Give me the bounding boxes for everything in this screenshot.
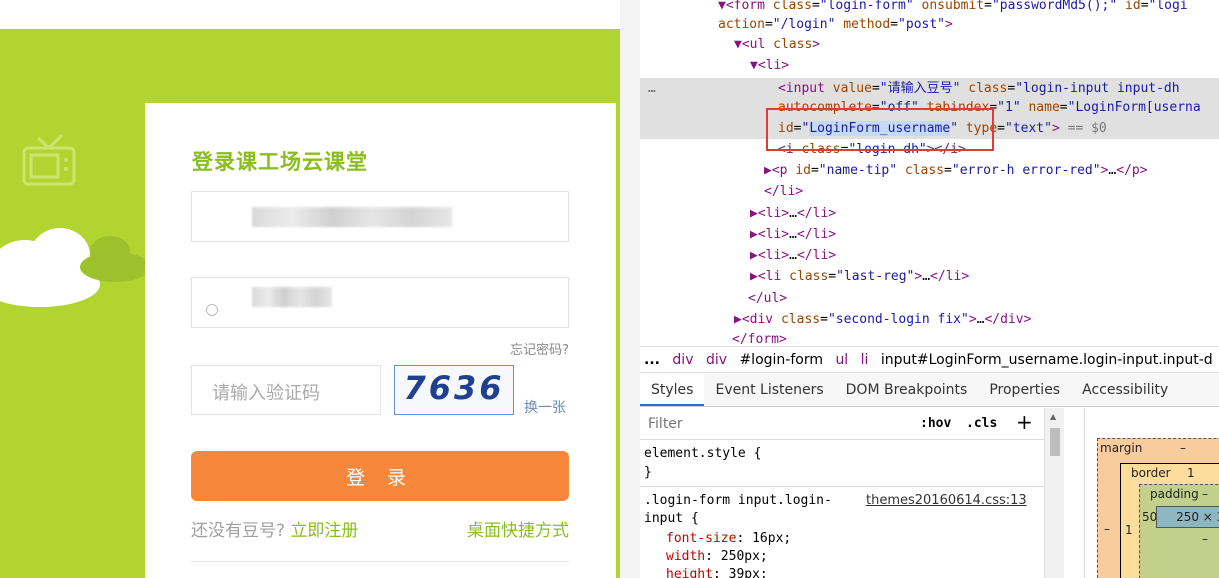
breadcrumb-item[interactable]: div bbox=[668, 347, 697, 368]
dom-line[interactable]: ▶<p id="name-tip" class="error-h error-r… bbox=[764, 160, 1148, 181]
breadcrumb-item[interactable]: #login-form bbox=[735, 347, 827, 368]
dom-line[interactable]: ▼<ul class> bbox=[734, 34, 820, 55]
styles-pane: :hov .cls + element.style { } .login-for… bbox=[640, 408, 1064, 578]
tab-dom-breakpoints[interactable]: DOM Breakpoints bbox=[835, 374, 979, 406]
cloud-icon bbox=[80, 252, 150, 282]
login-card: 登录课工场云课堂 忘记密码? 请输入验证码 7636 换一张 登 录 还没有豆号… bbox=[145, 103, 616, 578]
padding-top-value[interactable]: – bbox=[1202, 487, 1208, 501]
blurred-username bbox=[252, 207, 452, 227]
breadcrumb-item[interactable]: li bbox=[857, 347, 873, 368]
box-model-content[interactable]: 250 × 39 bbox=[1156, 506, 1219, 528]
divider bbox=[191, 561, 569, 562]
element-style-close: } bbox=[644, 465, 652, 480]
password-field[interactable] bbox=[191, 277, 569, 328]
element-style-open[interactable]: element.style { bbox=[644, 444, 761, 463]
breadcrumb: ... div div #login-form ul li input#Logi… bbox=[640, 346, 1219, 373]
scroll-up-icon[interactable]: ▲ bbox=[1050, 412, 1056, 421]
rule-selector[interactable]: .login-form input.login- bbox=[644, 491, 832, 510]
breadcrumb-item[interactable]: ul bbox=[831, 347, 852, 368]
tab-event-listeners[interactable]: Event Listeners bbox=[704, 374, 834, 406]
captcha-image: 7636 bbox=[394, 365, 514, 415]
border-top-value[interactable]: 1 bbox=[1187, 466, 1195, 480]
hov-toggle[interactable]: :hov bbox=[920, 416, 951, 431]
no-account-label: 还没有豆号? bbox=[191, 521, 286, 541]
devtools-panel: ▼<form class="login-form" onsubmit="pass… bbox=[620, 0, 1219, 578]
box-model-border: border 1 1 1 padding – 50 – 250 × 39 bbox=[1120, 463, 1219, 578]
username-field[interactable] bbox=[191, 191, 569, 242]
more-options-icon[interactable]: … bbox=[648, 78, 656, 99]
forgot-password-link[interactable]: 忘记密码? bbox=[510, 339, 569, 358]
login-page: 登录课工场云课堂 忘记密码? 请输入验证码 7636 换一张 登 录 还没有豆号… bbox=[0, 0, 620, 578]
rule-selector[interactable]: input { bbox=[644, 509, 699, 528]
add-rule-button[interactable]: + bbox=[1016, 410, 1033, 434]
refresh-captcha-link[interactable]: 换一张 bbox=[524, 397, 566, 417]
filter-input[interactable] bbox=[642, 413, 912, 435]
dom-line[interactable]: </form> bbox=[732, 329, 787, 346]
dom-line[interactable]: ▶<div class="second-login fix">…</div> bbox=[734, 309, 1031, 330]
blurred-password bbox=[252, 287, 332, 307]
border-left-value[interactable]: 1 bbox=[1125, 523, 1133, 537]
margin-top-value[interactable]: – bbox=[1180, 441, 1186, 455]
breadcrumb-item[interactable]: ... bbox=[640, 347, 664, 368]
no-account-text: 还没有豆号? 立即注册 bbox=[191, 516, 358, 541]
dom-line[interactable]: action="/login" method="post"> bbox=[718, 14, 953, 35]
lock-icon bbox=[206, 304, 218, 316]
margin-left-value[interactable]: – bbox=[1104, 522, 1110, 536]
scroll-thumb[interactable] bbox=[1050, 428, 1060, 456]
dom-line[interactable]: ▶<li>…</li> bbox=[750, 245, 836, 266]
css-property[interactable]: font-size: 16px; bbox=[666, 529, 791, 548]
tv-icon bbox=[22, 133, 76, 186]
annotation-red-box bbox=[766, 108, 994, 151]
login-button[interactable]: 登 录 bbox=[191, 451, 569, 501]
devtools-tabs: Styles Event Listeners DOM Breakpoints Prop… bbox=[640, 374, 1219, 407]
cls-toggle[interactable]: .cls bbox=[966, 416, 997, 431]
border-label: border bbox=[1131, 466, 1171, 480]
dom-line[interactable]: ▼<li> bbox=[750, 55, 789, 76]
margin-label: margin bbox=[1100, 441, 1143, 455]
dom-line[interactable]: </ul> bbox=[748, 288, 787, 309]
breadcrumb-item[interactable]: input#LoginForm_username.login-input.inp… bbox=[877, 347, 1217, 368]
css-property[interactable]: height: 39px; bbox=[666, 565, 768, 578]
padding-left-value[interactable]: 50 bbox=[1142, 510, 1157, 524]
desktop-shortcut-link[interactable]: 桌面快捷方式 bbox=[467, 516, 569, 541]
padding-label: padding bbox=[1150, 487, 1199, 501]
divider bbox=[640, 486, 1044, 487]
box-model-margin: margin – – border 1 1 1 padding – 50 – 2… bbox=[1097, 438, 1219, 578]
dom-line[interactable]: </li> bbox=[764, 181, 803, 202]
tab-accessibility[interactable]: Accessibility bbox=[1071, 374, 1179, 406]
dom-line[interactable]: ▶<li>…</li> bbox=[750, 224, 836, 245]
breadcrumb-item[interactable]: div bbox=[702, 347, 731, 368]
scrollbar[interactable]: ▲ bbox=[1044, 408, 1064, 578]
dom-line[interactable]: ▶<li class="last-reg">…</li> bbox=[750, 266, 969, 287]
box-model-pane: margin – – border 1 1 1 padding – 50 – 2… bbox=[1084, 408, 1219, 578]
dom-line-selected[interactable]: <input value="请输入豆号" class="login-input … bbox=[778, 78, 1180, 99]
box-model-padding: padding – 50 – 250 × 39 bbox=[1139, 484, 1219, 578]
register-link[interactable]: 立即注册 bbox=[290, 521, 358, 541]
css-property[interactable]: width: 250px; bbox=[666, 547, 768, 566]
dom-line[interactable]: ▶<li>…</li> bbox=[750, 203, 836, 224]
filter-bar: :hov .cls + bbox=[640, 408, 1044, 440]
padding-bottom-value[interactable]: – bbox=[1202, 532, 1208, 546]
tab-properties[interactable]: Properties bbox=[978, 374, 1071, 406]
login-title: 登录课工场云课堂 bbox=[192, 150, 368, 174]
tab-styles[interactable]: Styles bbox=[640, 374, 705, 406]
captcha-input[interactable]: 请输入验证码 bbox=[191, 365, 381, 415]
elements-tree: ▼<form class="login-form" onsubmit="pass… bbox=[640, 0, 1219, 346]
rule-source-link[interactable]: themes20160614.css:13 bbox=[866, 491, 1027, 510]
